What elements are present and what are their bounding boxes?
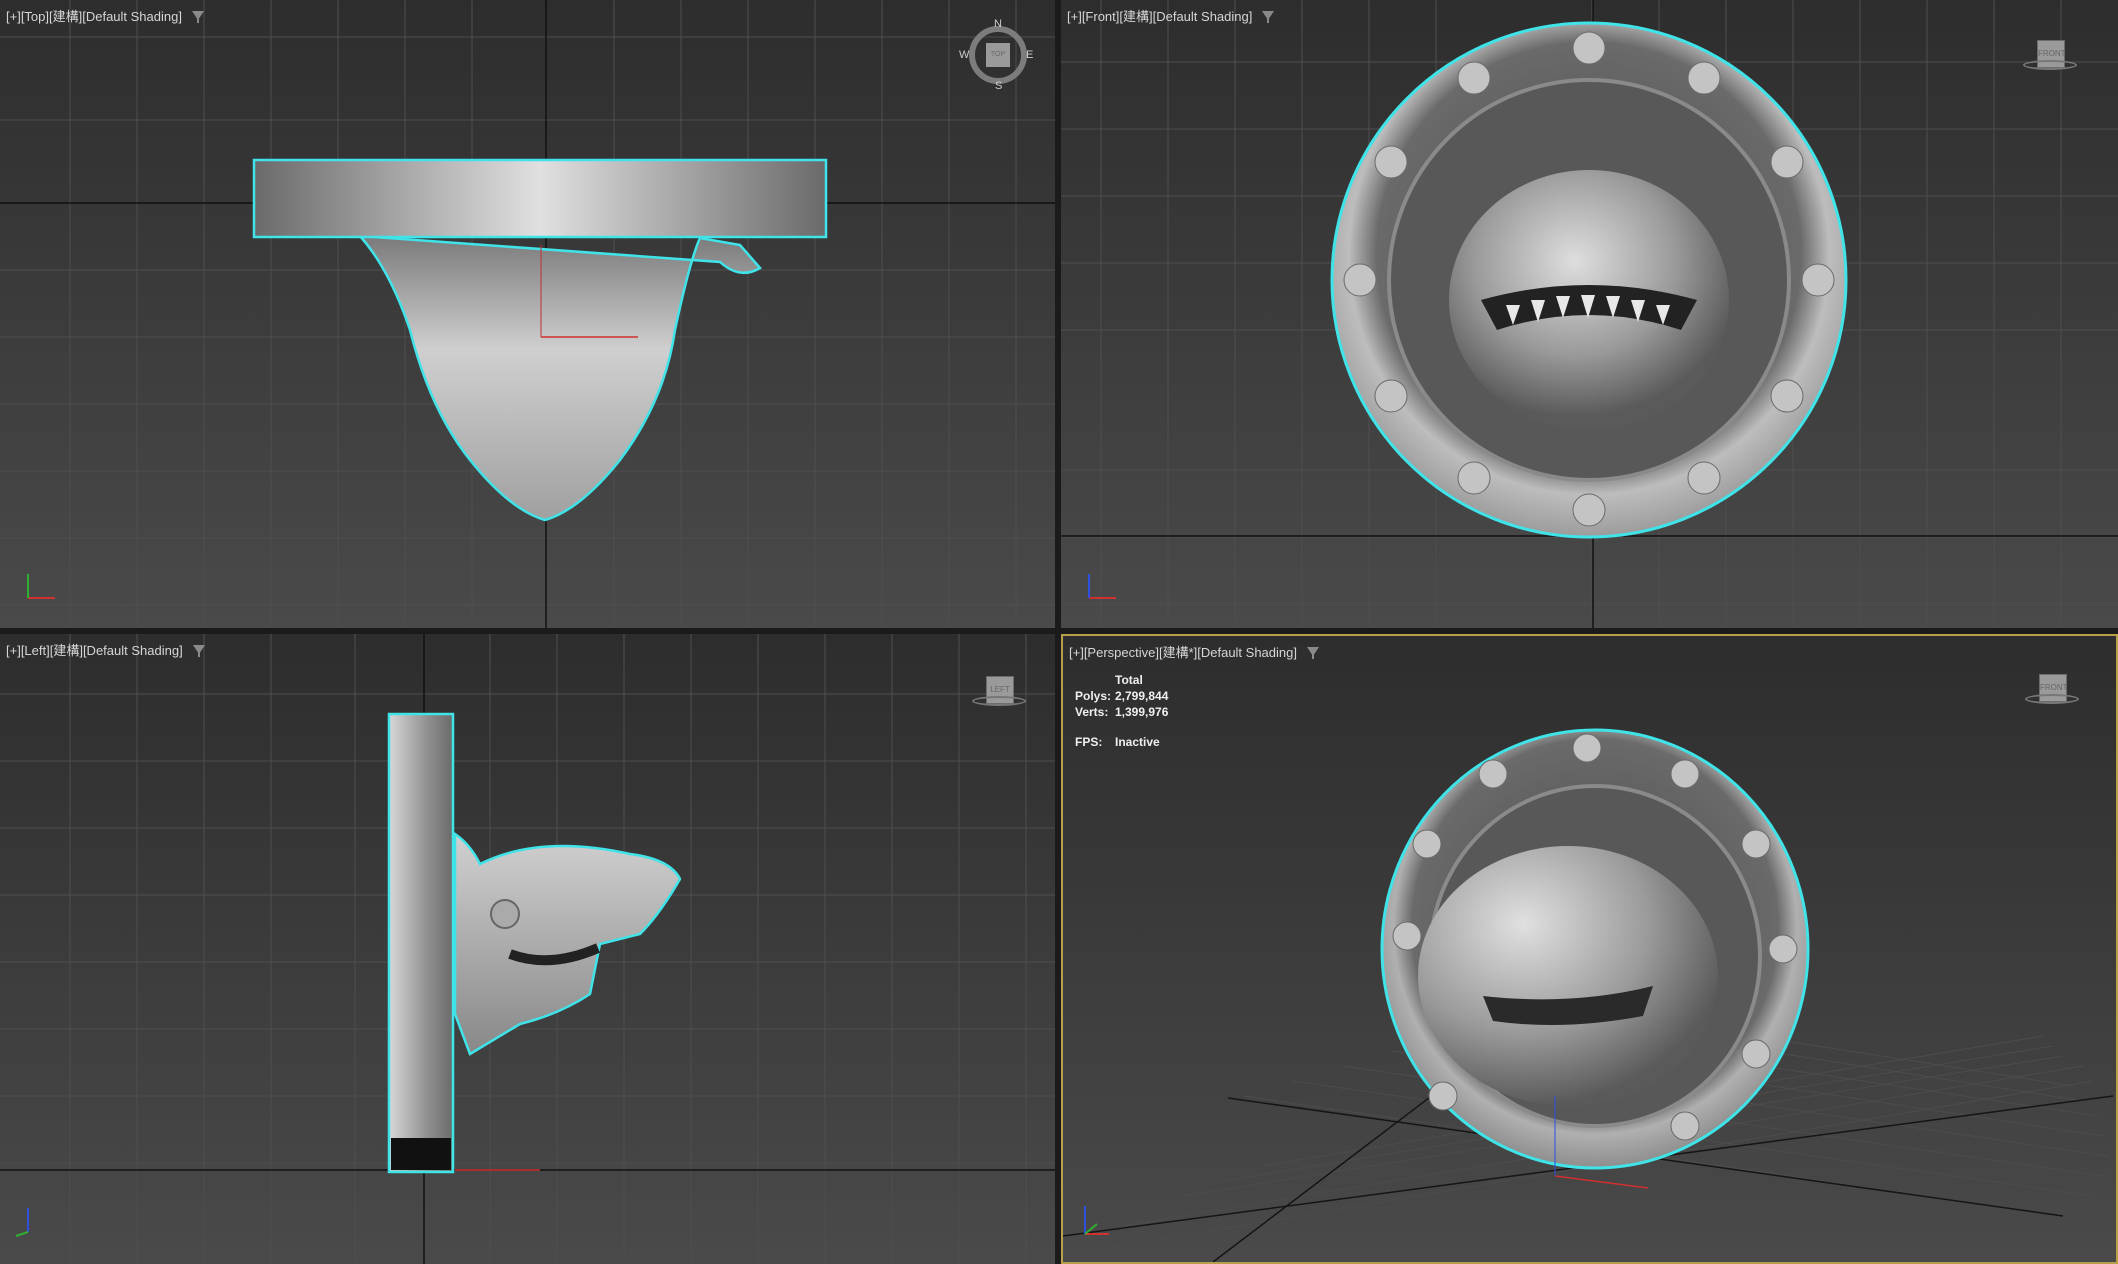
top-grid (0, 0, 1055, 628)
filter-icon[interactable] (192, 645, 205, 657)
stats-polys-label: Polys: (1075, 689, 1112, 703)
viewport-menu-top[interactable]: [+][Top][建構][Default Shading] (6, 6, 182, 25)
stats-verts-label: Verts: (1075, 705, 1109, 719)
filter-icon[interactable] (191, 11, 204, 23)
viewport-label-left[interactable]: [+][Left][建構][Default Shading] (6, 640, 205, 659)
compass-north: N (994, 18, 1002, 30)
perspective-grid (1063, 728, 2114, 1262)
viewport-label-perspective[interactable]: [+][Perspective][建構*][Default Shading] (1069, 642, 1319, 661)
left-grid (0, 634, 1055, 1264)
viewcube-compass-top[interactable]: TOP N S E W (959, 18, 1034, 92)
stats-verts-value: 1,399,976 (1115, 705, 1169, 719)
viewport-menu-front[interactable]: [+][Front][建構][Default Shading] (1067, 6, 1252, 25)
viewcube[interactable]: TOP (986, 43, 1010, 67)
viewcube-ring[interactable] (2025, 694, 2079, 704)
shark-head-top (357, 234, 762, 522)
viewport-menu-perspective[interactable]: [+][Perspective][建構*][Default Shading] (1069, 642, 1297, 661)
viewport-menu-left[interactable]: [+][Left][建構][Default Shading] (6, 640, 183, 659)
viewcube-left[interactable]: LEFT (972, 672, 1026, 712)
axis-tripod-left (15, 1208, 29, 1237)
shark-head-left (453, 831, 682, 1056)
axis-tripod-top (27, 574, 55, 599)
compass-west: W (959, 49, 970, 61)
viewport-front[interactable]: [+][Front][建構][Default Shading] FRONT (1061, 0, 2118, 628)
porthole-plate-left (387, 712, 455, 1174)
viewport-top[interactable]: [+][Top][建構][Default Shading] TOP N S E … (0, 0, 1055, 628)
viewcube-front[interactable]: FRONT (2023, 36, 2077, 76)
viewcube-perspective[interactable]: FRONT (2025, 670, 2079, 710)
porthole-plate-top (252, 158, 828, 239)
shark-head-perspective (1418, 846, 1718, 1106)
stats-fps-label: FPS: (1075, 735, 1103, 749)
viewport-left[interactable]: [+][Left][建構][Default Shading] LEFT (0, 634, 1055, 1264)
stats-overlay: Total Polys: 2,799,844 Verts: 1,399,976 FP… (1075, 672, 1168, 750)
viewport-label-front[interactable]: [+][Front][建構][Default Shading] (1067, 6, 1275, 25)
filter-icon[interactable] (1306, 647, 1319, 659)
stats-fps-value: Inactive (1115, 735, 1160, 749)
viewport-perspective[interactable]: [+][Perspective][建構*][Default Shading] T… (1061, 634, 2118, 1264)
viewcube-ring[interactable] (2023, 60, 2077, 70)
viewcube-ring[interactable] (972, 696, 1026, 706)
axis-tripod-front (1088, 574, 1116, 599)
front-grid (1061, 0, 2118, 628)
stats-total-label: Total (1115, 673, 1143, 687)
compass-east: E (1026, 49, 1034, 61)
stats-polys-value: 2,799,844 (1115, 689, 1169, 703)
compass-south: S (995, 80, 1003, 92)
filter-icon[interactable] (1262, 11, 1275, 23)
viewport-label-top[interactable]: [+][Top][建構][Default Shading] (6, 6, 204, 25)
